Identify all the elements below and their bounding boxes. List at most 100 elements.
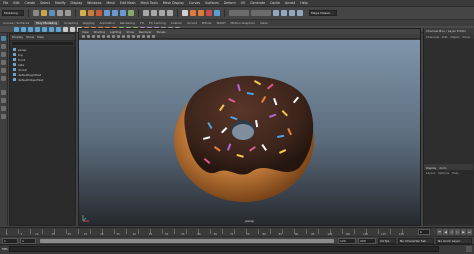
lasso-tool-icon[interactable] <box>1 44 6 49</box>
viewport-menu-view[interactable]: View <box>82 30 89 34</box>
open-scene-icon[interactable] <box>41 10 47 16</box>
menu-item[interactable]: Windows <box>87 1 101 5</box>
layer-menu-help[interactable]: Help <box>452 171 458 175</box>
menu-item[interactable]: Edit Mesh <box>120 1 136 5</box>
poly-cube-icon[interactable] <box>21 26 26 32</box>
channel-box-menu-show[interactable]: Show <box>462 35 470 39</box>
shelf-tab[interactable]: Motion Graphics <box>230 21 254 25</box>
channel-box-icon[interactable] <box>297 10 303 16</box>
time-slider[interactable]: 1 5 10 15 20 25 30 35 40 45 50 55 60 65 70 75 80 85 90 95 10… <box>0 227 474 236</box>
poly-cone-icon[interactable] <box>35 26 40 32</box>
lights-icon[interactable] <box>132 34 135 38</box>
menu-item[interactable]: Modify <box>55 1 66 5</box>
menu-item[interactable]: File <box>3 1 8 5</box>
outliner-search-input[interactable] <box>11 41 74 46</box>
select-camera-icon[interactable] <box>82 34 85 38</box>
paint-select-icon[interactable] <box>1 52 6 57</box>
shelf-tab[interactable]: Custom <box>171 21 183 25</box>
persp-graph-layout-icon[interactable] <box>1 114 6 119</box>
combine-icon[interactable] <box>63 26 68 32</box>
play-forward-icon[interactable]: ▷ <box>455 229 460 235</box>
xray-icon[interactable] <box>152 34 155 38</box>
outliner-menu-show[interactable]: Show <box>26 35 34 39</box>
step-forward-icon[interactable]: ▶ <box>461 229 466 235</box>
step-back-icon[interactable]: ◀ <box>443 229 448 235</box>
outliner-menu-display[interactable]: Display <box>12 35 23 39</box>
menu-item[interactable]: Cache <box>270 1 280 5</box>
outliner-menu-help[interactable]: Help <box>37 35 44 39</box>
play-backward-icon[interactable]: ◁ <box>449 229 454 235</box>
shelf-tab[interactable]: XGen <box>260 21 268 25</box>
scale-tool-icon[interactable] <box>1 76 6 81</box>
vertex-mask-icon[interactable] <box>104 10 110 16</box>
menu-item[interactable]: Generate <box>250 1 265 5</box>
layer-menu-layers[interactable]: Layers <box>426 171 435 175</box>
face-mask-icon[interactable] <box>120 10 126 16</box>
layer-tab-anim[interactable]: Anim <box>439 166 446 170</box>
menu-item[interactable]: Mesh <box>107 1 115 5</box>
smooth-shade-icon[interactable] <box>122 34 125 38</box>
undo-icon[interactable] <box>57 10 63 16</box>
single-perspective-layout-icon[interactable] <box>1 90 6 95</box>
channel-box-menu-channels[interactable]: Channels <box>426 35 439 39</box>
layer-menu-options[interactable]: Options <box>438 171 449 175</box>
go-to-start-icon[interactable]: ⏮ <box>437 229 442 235</box>
poly-torus-icon[interactable] <box>42 26 47 32</box>
shelf-tab[interactable]: MASH <box>217 21 226 25</box>
hypershade-icon[interactable] <box>214 10 220 16</box>
snap-surface-icon[interactable] <box>167 10 173 16</box>
menu-item[interactable]: Curves <box>189 1 200 5</box>
shelf-tab[interactable]: Sculpting <box>64 21 78 25</box>
select-hierarchy-icon[interactable] <box>80 10 86 16</box>
menu-item[interactable]: Create <box>25 1 36 5</box>
poly-sphere-icon[interactable] <box>14 26 19 32</box>
camera-attributes-icon[interactable] <box>87 34 90 38</box>
select-object-icon[interactable] <box>88 10 94 16</box>
command-language-label[interactable]: MEL <box>2 247 8 251</box>
new-scene-icon[interactable] <box>33 10 39 16</box>
shelf-tab[interactable]: FX Caching <box>149 21 166 25</box>
ambient-occlusion-icon[interactable] <box>142 34 145 38</box>
select-component-icon[interactable] <box>96 10 102 16</box>
shelf-tab[interactable]: Rigging <box>83 21 94 25</box>
textured-icon[interactable] <box>127 34 130 38</box>
menu-item[interactable]: UV <box>241 1 246 5</box>
menu-item[interactable]: Mesh Tools <box>141 1 158 5</box>
go-to-end-icon[interactable]: ⏭ <box>467 229 472 235</box>
channel-box-menu-edit[interactable]: Edit <box>442 35 447 39</box>
snap-grid-icon[interactable] <box>143 10 149 16</box>
render-frame-icon[interactable] <box>190 10 196 16</box>
viewport-menu-shading[interactable]: Shading <box>94 30 105 34</box>
range-slider-bar[interactable] <box>40 239 334 243</box>
persp-outliner-layout-icon[interactable] <box>1 106 6 111</box>
shelf-tab[interactable]: FX <box>140 21 144 25</box>
save-scene-icon[interactable] <box>49 10 55 16</box>
attribute-editor-icon[interactable] <box>281 10 287 16</box>
menu-item[interactable]: Display <box>71 1 83 5</box>
poly-disc-icon[interactable] <box>56 26 61 32</box>
menu-item[interactable]: Select <box>40 1 50 5</box>
snap-point-icon[interactable] <box>159 10 165 16</box>
viewport-menu-lighting[interactable]: Lighting <box>110 30 121 34</box>
rotate-tool-icon[interactable] <box>1 68 6 73</box>
resolution-gate-icon[interactable] <box>112 34 115 38</box>
command-input[interactable] <box>9 246 439 252</box>
ipr-render-icon[interactable] <box>198 10 204 16</box>
image-plane-icon[interactable] <box>97 34 100 38</box>
shelf-tab[interactable]: Animation <box>99 21 114 25</box>
snap-curve-icon[interactable] <box>151 10 157 16</box>
live-field[interactable] <box>251 10 271 16</box>
current-frame-field[interactable]: 1 <box>418 229 430 235</box>
modeling-toolkit-icon[interactable] <box>273 10 279 16</box>
poly-cylinder-icon[interactable] <box>28 26 33 32</box>
shelf-tab[interactable]: Poly Modeling <box>34 21 60 25</box>
menu-item[interactable]: Arnold <box>285 1 295 5</box>
redo-icon[interactable] <box>65 10 71 16</box>
layer-tab-display[interactable]: Display <box>426 166 436 170</box>
edge-mask-icon[interactable] <box>112 10 118 16</box>
isolate-select-icon[interactable] <box>147 34 150 38</box>
donut-model[interactable] <box>79 40 420 225</box>
film-gate-icon[interactable] <box>107 34 110 38</box>
viewport-canvas[interactable]: persp <box>79 40 420 225</box>
channel-box-menu-object[interactable]: Object <box>450 35 459 39</box>
